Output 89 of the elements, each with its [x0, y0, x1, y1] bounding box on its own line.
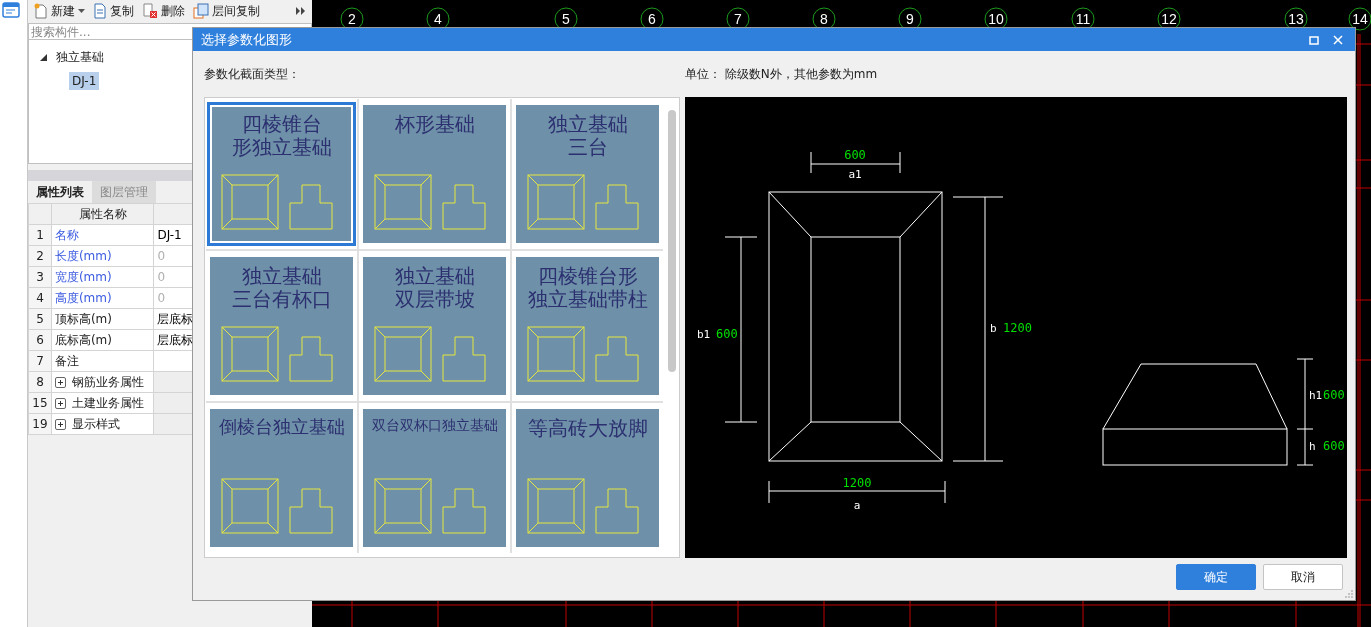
maximize-icon[interactable] [1309, 34, 1319, 45]
window-icon[interactable] [2, 2, 20, 18]
property-value: 0 [157, 249, 166, 263]
row-number: 8 [36, 375, 44, 389]
row-number: 19 [32, 417, 48, 431]
thumbnail[interactable]: 四棱锥台形 独立基础带柱 [516, 257, 659, 395]
dimension-label: h1 [1309, 389, 1323, 402]
document-icon [93, 3, 107, 19]
thumbnail[interactable]: 倒棱台独立基础 [210, 409, 353, 547]
row-number: 4 [36, 291, 44, 305]
thumbnail-title: 独立基础 [547, 113, 628, 136]
property-value: 层底标 [157, 332, 194, 347]
property-value: 层底标 [157, 311, 194, 326]
thumbnail-title: 杯形基础 [394, 113, 475, 136]
toolbar-button[interactable]: 层间复制 [191, 2, 262, 20]
thumbnail-title: 四棱锥台 [241, 113, 322, 136]
property-name: 顶标高(m) [54, 311, 112, 326]
column-header: 属性名称 [78, 206, 127, 221]
more-icon[interactable] [296, 7, 306, 15]
confirm-button[interactable]: 确定 [1176, 564, 1256, 590]
toolbar-button[interactable]: 新建 [32, 2, 87, 20]
toolbar-button[interactable]: 复制 [91, 2, 136, 20]
thumbnail-title: 倒棱台独立基础 [218, 417, 345, 438]
dimension-value: 600 [844, 148, 866, 162]
delete-document-icon [142, 3, 158, 19]
thumbnail[interactable]: 双台双杯口独立基础 [363, 409, 506, 547]
thumbnail[interactable]: 等高砖大放脚 [516, 409, 659, 547]
property-name: 底标高(m) [54, 332, 112, 347]
thumbnail[interactable]: 四棱锥台 形独立基础 [210, 105, 353, 243]
thumbnail-title: 双台双杯口独立基础 [371, 417, 498, 434]
expand-icon[interactable] [54, 397, 66, 409]
dimension-value: 600 [1323, 388, 1345, 402]
row-number: 7 [36, 354, 44, 368]
property-value: 0 [157, 270, 166, 284]
scrollbar[interactable] [668, 110, 676, 372]
thumbnail[interactable]: 独立基础 三台 [516, 105, 659, 243]
property-name: 宽度(mm) [54, 269, 112, 284]
thumbnail[interactable]: 独立基础 三台有杯口 [210, 257, 353, 395]
thumbnail-title: 独立基础带柱 [527, 288, 648, 311]
tree-item[interactable]: DJ-1 [69, 72, 100, 90]
thumbnail-title: 四棱锥台形 [537, 265, 638, 288]
caret-icon [78, 9, 85, 13]
row-number: 3 [36, 270, 44, 284]
property-name: 备注 [54, 353, 79, 368]
thumbnail[interactable]: 独立基础 双层带坡 [363, 257, 506, 395]
dimension-value: 600 [1323, 439, 1345, 453]
property-value: DJ-1 [157, 228, 182, 242]
thumbnail-title: 独立基础 [394, 265, 475, 288]
row-number: 2 [36, 249, 44, 263]
axis-marker: 14 [1348, 7, 1371, 31]
property-group-name: 钢筋业务属性 [71, 373, 144, 391]
row-number: 1 [36, 228, 44, 242]
dimension-label: b1 [697, 328, 711, 341]
dimension-label: b [990, 322, 997, 335]
dimension-label: h [1309, 440, 1316, 453]
dimension-value: 1200 [842, 476, 872, 490]
close-icon[interactable] [1333, 34, 1343, 45]
row-number: 15 [32, 396, 48, 410]
new-document-icon [34, 3, 48, 19]
thumbnail-title: 双层带坡 [394, 288, 475, 311]
thumbnail-title: 三台有杯口 [231, 288, 332, 311]
row-number: 6 [36, 333, 44, 347]
property-name: 高度(mm) [54, 290, 112, 305]
expand-arrow-icon[interactable] [40, 53, 47, 61]
toolbar-button[interactable]: 删除 [140, 2, 187, 20]
tree-item[interactable]: 独立基础 [53, 46, 107, 68]
thumbnail-title: 等高砖大放脚 [527, 417, 648, 440]
resize-grip[interactable] [1345, 590, 1353, 598]
unit-note: 单位： 除级数N外，其他参数为mm [685, 65, 878, 83]
property-group-name: 显示样式 [71, 415, 120, 433]
dimension-value: 600 [716, 327, 738, 341]
property-name: 长度(mm) [54, 248, 112, 263]
row-number: 5 [36, 312, 44, 326]
dimension-label: a1 [848, 168, 862, 181]
property-group-name: 土建业务属性 [71, 394, 144, 412]
expand-icon[interactable] [54, 376, 66, 388]
dimension-value: 1200 [1003, 321, 1032, 335]
thumbnail-title: 形独立基础 [231, 136, 332, 159]
tab[interactable]: 图层管理 [92, 181, 156, 203]
dimension-label: a [853, 499, 861, 512]
section-type-label: 参数化截面类型： [204, 65, 301, 83]
layers-icon [193, 3, 209, 19]
thumbnail-title: 独立基础 [241, 265, 322, 288]
expand-icon[interactable] [54, 418, 66, 430]
thumbnail-title: 三台 [567, 136, 608, 159]
cancel-button[interactable]: 取消 [1263, 564, 1343, 590]
property-value: 0 [157, 291, 166, 305]
thumbnail[interactable]: 杯形基础 [363, 105, 506, 243]
property-name: 名称 [54, 227, 79, 242]
